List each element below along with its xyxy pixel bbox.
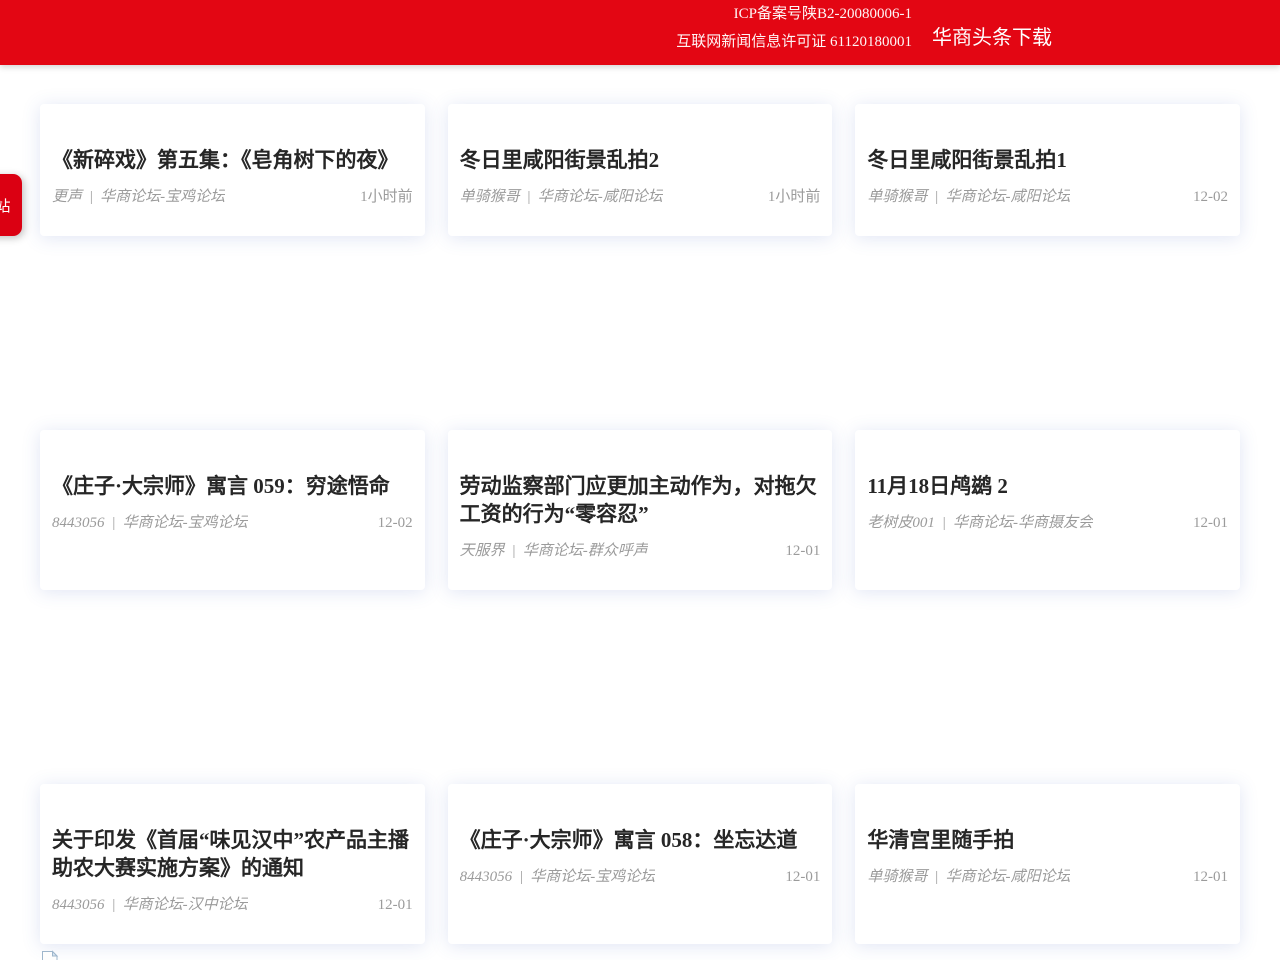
- meta-separator: |: [934, 189, 938, 205]
- article-title[interactable]: 冬日里咸阳街景乱拍1: [867, 146, 1228, 174]
- timestamp: 12-02: [378, 512, 413, 534]
- forum-name: 华商论坛-群众呼声: [523, 543, 648, 559]
- article-byline: 8443056 | 华商论坛-宝鸡论坛: [52, 512, 248, 534]
- article-card[interactable]: 《新碎戏》第五集：《皂角树下的夜》 更声 | 华商论坛-宝鸡论坛 1小时前: [40, 104, 425, 236]
- article-card[interactable]: 关于印发《首届“味见汉中”农产品主播助农大赛实施方案》的通知 8443056 | 华…: [40, 784, 425, 944]
- forum-name: 华商论坛-咸阳论坛: [538, 189, 663, 205]
- meta-separator: |: [527, 189, 531, 205]
- meta-separator: |: [519, 869, 523, 885]
- article-byline: 天服界 | 华商论坛-群众呼声: [460, 540, 648, 562]
- app-download-link[interactable]: 华商头条下载: [932, 21, 1052, 50]
- broken-image-icon: [40, 950, 60, 960]
- article-meta: 老树皮001 | 华商论坛-华商摄友会 12-01: [867, 512, 1228, 534]
- timestamp: 12-01: [785, 866, 820, 888]
- forum-name: 华商论坛-汉中论坛: [123, 897, 248, 913]
- article-byline: 单骑猴哥 | 华商论坛-咸阳论坛: [867, 866, 1070, 888]
- meta-separator: |: [112, 897, 116, 913]
- site-header: ICP备案号陕B2-20080006-1 互联网新闻信息许可证 61120180…: [0, 0, 1280, 65]
- meta-separator: |: [89, 189, 93, 205]
- article-card[interactable]: 劳动监察部门应更加主动作为，对拖欠工资的行为“零容忍” 天服界 | 华商论坛-群众呼…: [448, 430, 833, 590]
- timestamp: 12-01: [378, 894, 413, 916]
- timestamp: 12-01: [1193, 866, 1228, 888]
- article-meta: 单骑猴哥 | 华商论坛-咸阳论坛 12-02: [867, 186, 1228, 208]
- article-title[interactable]: 《庄子·大宗师》寓言 058：坐忘达道: [460, 826, 821, 854]
- meta-separator: |: [934, 869, 938, 885]
- article-title[interactable]: 劳动监察部门应更加主动作为，对拖欠工资的行为“零容忍”: [460, 472, 821, 528]
- forum-name: 华商论坛-咸阳论坛: [945, 189, 1070, 205]
- author-name: 单骑猴哥: [460, 189, 520, 205]
- article-title[interactable]: 《新碎戏》第五集：《皂角树下的夜》: [52, 146, 413, 174]
- timestamp: 12-02: [1193, 186, 1228, 208]
- article-byline: 更声 | 华商论坛-宝鸡论坛: [52, 186, 225, 208]
- icp-line1: ICP备案号陕B2-20080006-1: [676, 0, 912, 28]
- article-card[interactable]: 华清宫里随手拍 单骑猴哥 | 华商论坛-咸阳论坛 12-01: [855, 784, 1240, 944]
- feed-grid: 《新碎戏》第五集：《皂角树下的夜》 更声 | 华商论坛-宝鸡论坛 1小时前 冬日里咸…: [40, 104, 1240, 944]
- article-title[interactable]: 《庄子·大宗师》寓言 059：穷途悟命: [52, 472, 413, 500]
- author-name: 8443056: [52, 897, 105, 913]
- article-card[interactable]: 《庄子·大宗师》寓言 058：坐忘达道 8443056 | 华商论坛-宝鸡论坛 12…: [448, 784, 833, 944]
- forum-name: 华商论坛-宝鸡论坛: [100, 189, 225, 205]
- author-name: 天服界: [460, 543, 505, 559]
- forum-name: 华商论坛-宝鸡论坛: [530, 869, 655, 885]
- timestamp: 1小时前: [768, 186, 821, 208]
- article-title[interactable]: 冬日里咸阳街景乱拍2: [460, 146, 821, 174]
- article-byline: 8443056 | 华商论坛-汉中论坛: [52, 894, 248, 916]
- article-title[interactable]: 华清宫里随手拍: [867, 826, 1228, 854]
- article-meta: 天服界 | 华商论坛-群众呼声 12-01: [460, 540, 821, 562]
- timestamp: 1小时前: [360, 186, 413, 208]
- meta-separator: |: [942, 515, 946, 531]
- timestamp: 12-01: [785, 540, 820, 562]
- article-title[interactable]: 关于印发《首届“味见汉中”农产品主播助农大赛实施方案》的通知: [52, 826, 413, 882]
- page: ICP备案号陕B2-20080006-1 互联网新闻信息许可证 61120180…: [0, 0, 1280, 960]
- article-byline: 8443056 | 华商论坛-宝鸡论坛: [460, 866, 656, 888]
- side-tab-label: 站: [0, 195, 11, 216]
- article-meta: 单骑猴哥 | 华商论坛-咸阳论坛 12-01: [867, 866, 1228, 888]
- author-name: 老树皮001: [867, 515, 935, 531]
- timestamp: 12-01: [1193, 512, 1228, 534]
- article-byline: 单骑猴哥 | 华商论坛-咸阳论坛: [460, 186, 663, 208]
- article-title[interactable]: 11月18日鸬鹚 2: [867, 472, 1228, 500]
- meta-separator: |: [512, 543, 516, 559]
- icp-info: ICP备案号陕B2-20080006-1 互联网新闻信息许可证 61120180…: [676, 0, 912, 56]
- article-meta: 8443056 | 华商论坛-宝鸡论坛 12-01: [460, 866, 821, 888]
- article-card[interactable]: 11月18日鸬鹚 2 老树皮001 | 华商论坛-华商摄友会 12-01: [855, 430, 1240, 590]
- article-card[interactable]: 冬日里咸阳街景乱拍1 单骑猴哥 | 华商论坛-咸阳论坛 12-02: [855, 104, 1240, 236]
- article-byline: 老树皮001 | 华商论坛-华商摄友会: [867, 512, 1093, 534]
- forum-name: 华商论坛-宝鸡论坛: [123, 515, 248, 531]
- article-meta: 8443056 | 华商论坛-汉中论坛 12-01: [52, 894, 413, 916]
- article-meta: 8443056 | 华商论坛-宝鸡论坛 12-02: [52, 512, 413, 534]
- author-name: 更声: [52, 189, 82, 205]
- meta-separator: |: [112, 515, 116, 531]
- article-byline: 单骑猴哥 | 华商论坛-咸阳论坛: [867, 186, 1070, 208]
- side-tab-button[interactable]: 站: [0, 174, 22, 236]
- icp-line2: 互联网新闻信息许可证 61120180001: [676, 28, 912, 56]
- forum-name: 华商论坛-华商摄友会: [953, 515, 1093, 531]
- article-card[interactable]: 《庄子·大宗师》寓言 059：穷途悟命 8443056 | 华商论坛-宝鸡论坛 12…: [40, 430, 425, 590]
- article-meta: 更声 | 华商论坛-宝鸡论坛 1小时前: [52, 186, 413, 208]
- article-meta: 单骑猴哥 | 华商论坛-咸阳论坛 1小时前: [460, 186, 821, 208]
- forum-name: 华商论坛-咸阳论坛: [945, 869, 1070, 885]
- article-card[interactable]: 冬日里咸阳街景乱拍2 单骑猴哥 | 华商论坛-咸阳论坛 1小时前: [448, 104, 833, 236]
- author-name: 单骑猴哥: [867, 189, 927, 205]
- author-name: 单骑猴哥: [867, 869, 927, 885]
- author-name: 8443056: [460, 869, 513, 885]
- author-name: 8443056: [52, 515, 105, 531]
